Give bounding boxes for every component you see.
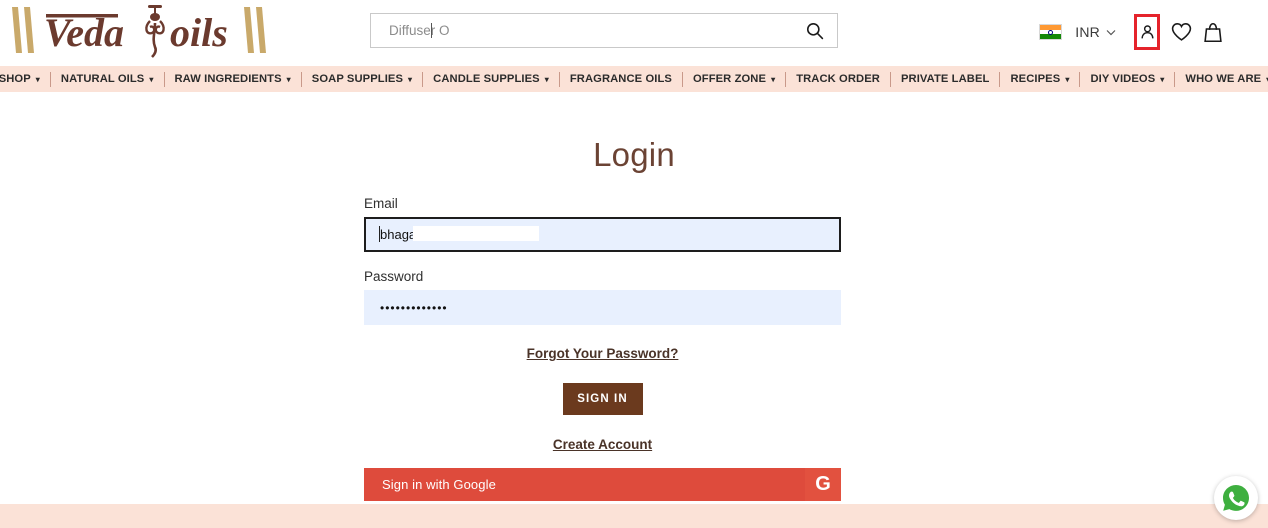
nav-label: NATURAL OILS (60, 73, 145, 85)
forgot-password-link[interactable]: Forgot Your Password? (527, 346, 679, 361)
sign-in-row: SIGN IN (364, 383, 841, 415)
password-label: Password (364, 269, 424, 284)
whatsapp-float-button[interactable] (1214, 476, 1258, 520)
chevron-down-icon (1106, 29, 1116, 35)
google-g-icon: G (805, 468, 841, 501)
search-icon (806, 22, 823, 40)
account-button[interactable] (1134, 14, 1160, 50)
search-bar[interactable] (370, 13, 838, 48)
nav-label: PRIVATE LABEL (900, 73, 990, 85)
svg-text:Veda: Veda (44, 10, 124, 55)
chevron-down-icon: ▾ (408, 75, 413, 84)
nav-item-private-label[interactable]: PRIVATE LABEL (891, 71, 1001, 87)
search-text-caret (431, 23, 432, 38)
create-account-row: Create Account (364, 436, 841, 454)
chevron-down-icon: ▾ (1065, 75, 1070, 84)
email-input[interactable] (364, 217, 841, 252)
page-root: Veda oils Diffuser O INR SHOP ▾ NATURAL … (0, 0, 1268, 528)
nav-label: TRACK ORDER (796, 73, 880, 85)
main-content: Login Email Password Forgot Your Passwor… (0, 92, 1268, 502)
user-account-icon (1140, 25, 1154, 39)
nav-item-track-order[interactable]: TRACK ORDER (786, 71, 891, 87)
search-button[interactable] (791, 14, 837, 47)
chevron-down-icon: ▾ (771, 75, 776, 84)
heart-icon (1171, 22, 1191, 41)
site-logo[interactable]: Veda oils (4, 0, 270, 60)
whatsapp-icon (1223, 485, 1249, 511)
cart-button[interactable] (1200, 19, 1226, 45)
nav-items-container: SHOP ▾ NATURAL OILS ▾ RAW INGREDIENTS ▾ … (0, 66, 1268, 92)
create-account-link[interactable]: Create Account (553, 437, 652, 452)
nav-label: SOAP SUPPLIES (311, 73, 404, 85)
nav-label: OFFER ZONE (692, 73, 767, 85)
chevron-down-icon: ▾ (149, 75, 154, 84)
page-title: Login (593, 136, 675, 173)
nav-label: FRAGRANCE OILS (569, 73, 672, 85)
chevron-down-icon: ▾ (544, 75, 549, 84)
nav-label: RAW INGREDIENTS (174, 73, 282, 85)
nav-label: DIY VIDEOS (1090, 73, 1156, 85)
currency-selector[interactable]: INR (1039, 24, 1116, 40)
nav-item-natural-oils[interactable]: NATURAL OILS ▾ (51, 71, 165, 87)
header-actions: INR (1039, 14, 1226, 50)
site-header: Veda oils Diffuser O INR (0, 0, 1268, 66)
shopping-bag-icon (1204, 22, 1222, 42)
nav-item-offer-zone[interactable]: OFFER ZONE ▾ (683, 71, 787, 87)
nav-item-candle-supplies[interactable]: CANDLE SUPPLIES ▾ (423, 71, 560, 87)
nav-item-shop[interactable]: SHOP ▾ (0, 71, 51, 87)
nav-item-recipes[interactable]: RECIPES ▾ (1000, 71, 1081, 87)
password-input[interactable] (364, 290, 841, 325)
nav-label: CANDLE SUPPLIES (433, 73, 540, 85)
google-sign-in-button[interactable]: Sign in with Google G (364, 468, 841, 501)
currency-code: INR (1075, 24, 1100, 40)
nav-label: RECIPES (1010, 73, 1061, 85)
chevron-down-icon: ▾ (35, 75, 40, 84)
sign-in-button[interactable]: SIGN IN (562, 383, 643, 415)
nav-item-who-we-are[interactable]: WHO WE ARE ▾ (1175, 72, 1268, 87)
nav-label: SHOP (0, 73, 31, 85)
footer-strip (0, 504, 1268, 528)
email-label: Email (364, 196, 398, 211)
nav-item-soap-supplies[interactable]: SOAP SUPPLIES ▾ (302, 71, 424, 87)
nav-item-raw-ingredients[interactable]: RAW INGREDIENTS ▾ (165, 71, 302, 87)
forgot-password-row: Forgot Your Password? (364, 345, 841, 363)
india-flag-icon (1039, 24, 1063, 40)
nav-item-fragrance-oils[interactable]: FRAGRANCE OILS (560, 71, 683, 87)
nav-label: WHO WE ARE (1185, 73, 1262, 85)
search-input[interactable] (371, 14, 791, 47)
svg-text:oils: oils (170, 10, 228, 55)
chevron-down-icon: ▾ (286, 75, 291, 84)
login-form: Email Password Forgot Your Password? SIG… (364, 196, 841, 501)
nav-item-diy-videos[interactable]: DIY VIDEOS ▾ (1080, 71, 1176, 87)
wishlist-button[interactable] (1168, 19, 1194, 45)
chevron-down-icon: ▾ (1160, 75, 1165, 84)
google-sign-in-label: Sign in with Google (382, 477, 496, 492)
main-navigation: SHOP ▾ NATURAL OILS ▾ RAW INGREDIENTS ▾ … (0, 66, 1268, 92)
vedaoils-logo-icon: Veda oils (12, 5, 266, 58)
email-field-wrapper[interactable] (364, 217, 841, 252)
